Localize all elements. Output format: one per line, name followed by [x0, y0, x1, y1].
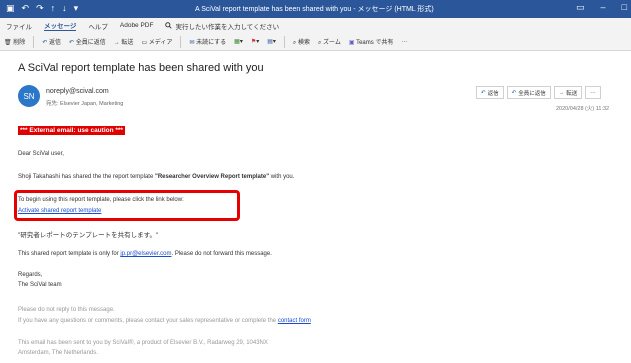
message-actions: ↶ 返信 ↶ 全員に返信 → 転送 ···	[476, 86, 601, 99]
ribbon-forward-label: 転送	[121, 40, 134, 46]
flag-icon: ⚑	[250, 39, 257, 45]
quick-access-toolbar: ▣ ↶ ↷ ↑ ↓ ▾	[6, 3, 78, 14]
shared-prefix: Shoji Takahashi has shared the the repor…	[18, 174, 155, 180]
window-titlebar: ▣ ↶ ↷ ↑ ↓ ▾ A SciVal report template has…	[0, 0, 631, 18]
menu-file[interactable]: ファイル	[6, 21, 32, 31]
forward-icon: →	[558, 89, 565, 96]
unread-button[interactable]: ✉ 未読にする	[189, 37, 226, 46]
menu-message[interactable]: メッセージ	[44, 20, 77, 31]
divider	[283, 35, 285, 48]
maximize-icon[interactable]: □	[622, 2, 627, 13]
flag-button[interactable]: ⚑▾	[251, 38, 259, 45]
forward-label: 転送	[566, 90, 578, 97]
japanese-note: "研究者レポートのテンプレートを共有します。"	[18, 232, 159, 239]
restriction-sentence: This shared report template is only for …	[18, 251, 272, 257]
previous-item-icon[interactable]: ↑	[51, 3, 56, 14]
ribbon-forward-button[interactable]: → 転送	[114, 37, 134, 46]
recipient-line: 宛先: Elsevier Japan, Marketing	[46, 101, 124, 107]
restriction-suffix: . Please do not forward this message.	[171, 251, 272, 257]
trash-icon: 🗑	[4, 40, 12, 46]
teams-icon: ▣	[348, 40, 355, 46]
translate-button[interactable]: ▤▾	[267, 38, 276, 45]
greeting: Dear SciVal user,	[18, 151, 64, 157]
tell-me-box[interactable]: 実行したい作業を入力してください	[165, 21, 279, 31]
teams-share-button[interactable]: ▣ Teams で共有	[349, 37, 394, 46]
divider	[33, 35, 35, 48]
zoom-label: ズーム	[323, 39, 341, 46]
forward-icon: →	[113, 40, 120, 46]
ribbon-reply-all-label: 全員に返信	[75, 40, 106, 46]
ribbon-reply-label: 返信	[49, 40, 62, 46]
search-label: 検索	[297, 39, 310, 46]
save-icon[interactable]: ▣	[6, 3, 15, 14]
sender-address[interactable]: noreply@scival.com	[46, 88, 109, 95]
footer-line-1: This email has been sent to you by SciVa…	[18, 340, 268, 346]
envelope-icon: ✉	[189, 40, 195, 46]
divider	[180, 35, 182, 48]
search-button[interactable]: ⌕ 検索	[293, 37, 310, 47]
menu-bar: ファイル メッセージ ヘルプ Adobe PDF 実行したい作業を入力してくださ…	[0, 18, 631, 33]
next-item-icon[interactable]: ↓	[62, 3, 67, 14]
contact-form-link[interactable]: contact form	[278, 318, 311, 324]
questions-prefix: If you have any questions or comments, p…	[18, 318, 278, 324]
search-icon	[165, 22, 173, 29]
external-email-warning: *** External email: use caution ***	[18, 126, 125, 135]
reply-all-icon: ↶	[69, 40, 75, 46]
categorize-icon: ▦	[234, 39, 240, 45]
reply-all-button[interactable]: ↶ 全員に返信	[506, 86, 551, 99]
reply-all-label: 全員に返信	[518, 90, 546, 97]
redo-icon[interactable]: ↷	[36, 3, 44, 14]
message-subject: A SciVal report template has been shared…	[18, 62, 264, 74]
reply-label: 返信	[487, 90, 499, 97]
media-icon: ▭	[141, 40, 148, 46]
template-name: "Researcher Overview Report template"	[154, 174, 270, 180]
forward-button[interactable]: → 転送	[553, 86, 583, 99]
reply-all-icon: ↶	[511, 89, 517, 96]
shared-sentence: Shoji Takahashi has shared the the repor…	[18, 174, 294, 180]
message-date: 2020/04/28 (火) 11:32	[556, 106, 610, 112]
ribbon-more-button[interactable]: ···	[401, 39, 407, 45]
zoom-icon: ⌕	[317, 39, 322, 46]
minimize-icon[interactable]: –	[601, 2, 606, 13]
highlight-box	[14, 190, 240, 221]
translate-icon: ▤	[267, 39, 273, 45]
noreply-note: Please do not reply to this message.	[18, 307, 115, 313]
categorize-button[interactable]: ▦▾	[234, 38, 243, 45]
reply-icon: ↶	[42, 40, 48, 46]
tell-me-text: 実行したい作業を入力してください	[175, 23, 280, 31]
window-title: A SciVal report template has been shared…	[195, 6, 434, 13]
unread-label: 未読にする	[196, 40, 227, 46]
restriction-prefix: This shared report template is only for	[18, 251, 121, 257]
footer-line-2: Amsterdam, The Netherlands.	[18, 350, 98, 356]
customize-dropdown-icon[interactable]: ▾	[74, 3, 79, 14]
ribbon-reply-all-button[interactable]: ↶ 全員に返信	[69, 37, 106, 46]
window-controls: ▭ – □	[576, 2, 627, 13]
questions-sentence: If you have any questions or comments, p…	[18, 318, 311, 324]
more-actions-button[interactable]: ···	[585, 86, 601, 99]
menu-adobe-pdf[interactable]: Adobe PDF	[120, 22, 154, 29]
recipient-email-link[interactable]: jp.pr@elsevier.com	[120, 251, 171, 257]
teams-label: Teams で共有	[356, 40, 394, 46]
ribbon-toolbar: 🗑 削除 ↶ 返信 ↶ 全員に返信 → 転送 ▭ メディア ✉ 未読にする ▦▾…	[0, 33, 631, 51]
delete-label: 削除	[13, 40, 26, 46]
avatar[interactable]: SN	[18, 85, 40, 107]
ribbon-reply-button[interactable]: ↶ 返信	[42, 37, 61, 46]
ribbon-display-icon[interactable]: ▭	[576, 2, 585, 13]
menu-help[interactable]: ヘルプ	[88, 21, 108, 31]
reply-icon: ↶	[481, 89, 486, 96]
reply-button[interactable]: ↶ 返信	[476, 86, 504, 99]
regards: Regards,	[18, 272, 43, 278]
zoom-button[interactable]: ⌕ ズーム	[318, 37, 341, 47]
delete-button[interactable]: 🗑 削除	[4, 37, 25, 46]
search-icon: ⌕	[292, 39, 297, 46]
undo-icon[interactable]: ↶	[22, 3, 30, 14]
media-label: メディア	[148, 40, 173, 46]
media-button[interactable]: ▭ メディア	[141, 37, 172, 46]
shared-suffix: with you.	[269, 174, 295, 180]
signature-team: The SciVal team	[18, 282, 62, 288]
